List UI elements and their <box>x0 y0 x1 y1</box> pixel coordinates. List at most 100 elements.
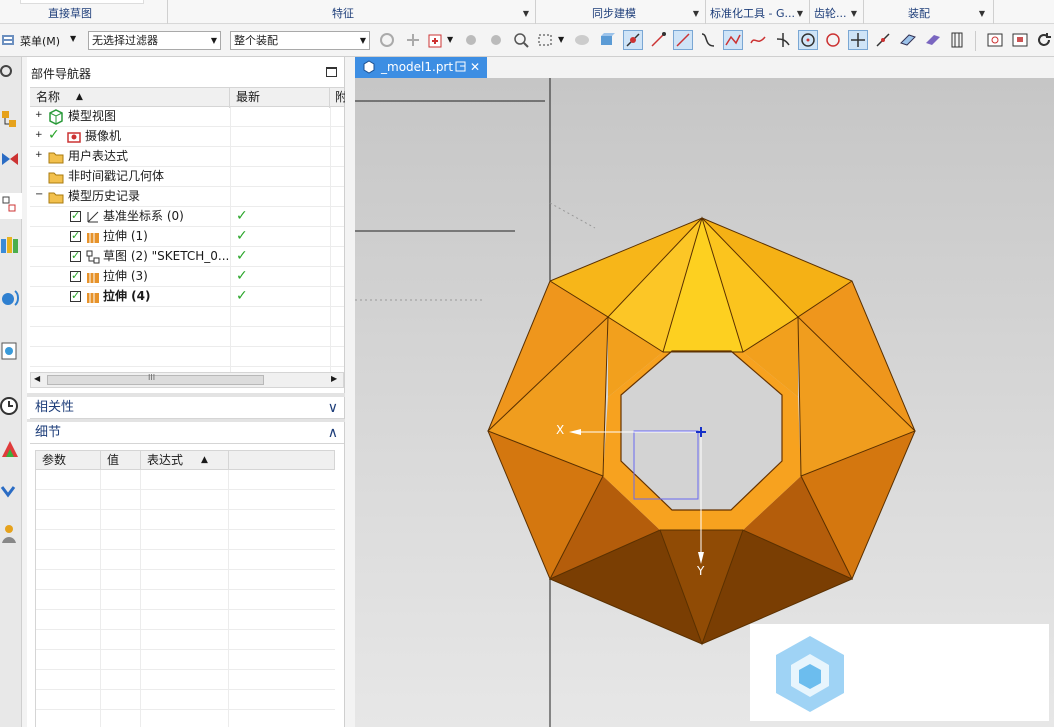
snap-line-icon[interactable] <box>673 30 693 50</box>
document-tab[interactable]: _model1.prt ✕ <box>355 57 487 78</box>
expand-plus-icon[interactable]: + <box>35 110 43 120</box>
column-name-header[interactable]: 名称 ▲ <box>30 88 230 108</box>
ribbon-group-gears[interactable]: 齿轮... ▼ <box>810 0 864 24</box>
system-materials-icon[interactable] <box>0 437 22 463</box>
move-component-icon[interactable] <box>403 30 423 50</box>
visibility-checkbox[interactable]: ✓ <box>70 269 81 282</box>
snap-existing-point-icon[interactable] <box>848 30 868 50</box>
extrude-icon <box>87 293 99 303</box>
feature-row-extrude-4[interactable]: ✓ 拉伸 (4) ✓ <box>30 287 344 307</box>
tree-node-model-views[interactable]: + 模型视图 <box>30 107 344 127</box>
snap-midpoint-icon[interactable] <box>648 30 668 50</box>
part-navigator-icon[interactable] <box>0 193 22 219</box>
snap-grid-icon[interactable] <box>948 30 968 50</box>
feature-row-sketch-2[interactable]: ✓ 草图 (2) "SKETCH_0... ✓ <box>30 247 344 267</box>
zoom-window-icon[interactable] <box>1010 30 1030 50</box>
details-grid-body <box>35 470 335 727</box>
tree-node-cameras[interactable]: + ✓ 摄像机 <box>30 127 344 147</box>
ribbon-group-sync-modeling[interactable]: 同步建模 ▼ <box>536 0 706 24</box>
ribbon-group-standard-tools[interactable]: 标准化工具 - G... ▼ <box>706 0 810 24</box>
assembly-navigator-icon[interactable] <box>0 107 22 133</box>
snap-point-icon[interactable] <box>426 30 446 50</box>
ribbon-group-feature[interactable]: 特征 ▼ <box>168 0 536 24</box>
top-border-bar: 菜单(M) ▼ 无选择过滤器 ▼ 整个装配 ▼ ▼ ▼ <box>0 25 1054 57</box>
maximize-icon[interactable] <box>326 67 337 77</box>
collapse-minus-icon[interactable]: − <box>35 189 43 200</box>
rotate-view-icon[interactable] <box>1034 30 1054 50</box>
reuse-library-icon[interactable] <box>0 233 22 259</box>
tree-node-timestamp-free[interactable]: 非时间戳记几何体 <box>30 167 344 187</box>
web-browser-icon[interactable] <box>0 339 22 365</box>
snap-curve-icon[interactable] <box>698 30 718 50</box>
x-axis-label: X <box>556 423 565 437</box>
rectangle-select-icon[interactable] <box>535 30 555 50</box>
snap-on-curve-icon[interactable] <box>873 30 893 50</box>
menu-button[interactable]: 菜单(M) <box>20 33 60 49</box>
column-extra-header[interactable]: 附 <box>330 88 347 108</box>
scroll-left-icon[interactable]: ◀ <box>34 374 40 383</box>
feature-row-datum-csys[interactable]: ✓ 基准坐标系 (0) ✓ <box>30 207 344 227</box>
selection-priority-icon[interactable] <box>511 30 531 50</box>
ribbon-group-assembly[interactable]: 装配 ▼ <box>864 0 994 24</box>
chevron-down-icon[interactable]: ▼ <box>447 35 453 44</box>
wave-link-icon[interactable] <box>461 30 481 50</box>
dependencies-section-header[interactable]: 相关性 ∨ <box>30 397 344 419</box>
column-latest-header[interactable]: 最新 <box>230 88 330 108</box>
chevron-down-icon[interactable]: ▼ <box>797 0 803 28</box>
snap-bounded-grid-icon[interactable] <box>923 30 943 50</box>
chevron-down-icon[interactable]: ▼ <box>693 0 699 28</box>
process-studio-icon[interactable] <box>0 481 22 507</box>
settings-gear-icon[interactable] <box>0 61 22 87</box>
menu-icon[interactable] <box>1 32 17 48</box>
snap-intersection-icon[interactable] <box>773 30 793 50</box>
scrollbar-thumb[interactable]: III <box>47 373 264 385</box>
visibility-checkbox[interactable]: ✓ <box>70 289 81 302</box>
details-section-header[interactable]: 细节 ∧ <box>30 422 344 444</box>
selection-filter-dropdown[interactable]: 无选择过滤器 ▼ <box>88 31 221 50</box>
fit-view-icon[interactable] <box>985 30 1005 50</box>
toolbar-separator <box>975 31 976 51</box>
feature-label: 草图 (2) "SKETCH_0... <box>103 249 230 263</box>
tree-node-label: 模型历史记录 <box>68 189 141 203</box>
scroll-right-icon[interactable]: ▶ <box>331 374 337 383</box>
feature-row-extrude-3[interactable]: ✓ 拉伸 (3) ✓ <box>30 267 344 287</box>
snap-control-point-icon[interactable] <box>723 30 743 50</box>
ribbon-group-label: 装配 <box>908 7 930 20</box>
constraint-navigator-icon[interactable] <box>0 149 22 175</box>
column-param-header[interactable]: 参数 <box>36 451 101 469</box>
column-value-header[interactable]: 值 <box>101 451 141 469</box>
column-expression-header[interactable]: 表达式 ▲ <box>141 451 229 469</box>
hd3d-tools-icon[interactable] <box>0 285 22 311</box>
visibility-checkbox[interactable]: ✓ <box>70 249 81 262</box>
expand-plus-icon[interactable]: + <box>35 150 43 160</box>
chevron-down-icon[interactable]: ▼ <box>851 0 857 28</box>
feature-row-extrude-1[interactable]: ✓ 拉伸 (1) ✓ <box>30 227 344 247</box>
graphics-viewport[interactable]: X Y <box>355 78 1054 727</box>
chevron-down-icon[interactable]: ▼ <box>523 0 529 28</box>
snap-arc-center-icon[interactable] <box>798 30 818 50</box>
visibility-checkbox[interactable]: ✓ <box>70 209 81 222</box>
tree-node-model-history[interactable]: − 模型历史记录 <box>30 187 344 207</box>
visibility-checkbox[interactable]: ✓ <box>70 229 81 242</box>
snap-endpoint-icon[interactable] <box>623 30 643 50</box>
tree-node-user-expressions[interactable]: + 用户表达式 <box>30 147 344 167</box>
solid-body-icon[interactable] <box>597 30 617 50</box>
chevron-down-icon[interactable]: ▼ <box>558 35 564 44</box>
assembly-constraint-icon[interactable] <box>377 30 397 50</box>
roles-icon[interactable] <box>0 521 22 547</box>
chevron-down-icon[interactable]: ▼ <box>70 34 76 43</box>
shaded-body-icon[interactable] <box>572 30 592 50</box>
expand-plus-icon[interactable]: + <box>35 130 43 140</box>
history-clock-icon[interactable] <box>0 393 22 419</box>
snap-spline-icon[interactable] <box>748 30 768 50</box>
undock-icon[interactable] <box>455 61 466 72</box>
reference-set-icon[interactable] <box>486 30 506 50</box>
close-icon[interactable]: ✕ <box>470 57 480 77</box>
ribbon-group-direct-sketch[interactable]: 直接草图 <box>0 0 168 24</box>
snap-on-face-icon[interactable] <box>898 30 918 50</box>
horizontal-scrollbar[interactable]: ◀ III ▶ <box>30 372 344 388</box>
snap-quadrant-icon[interactable] <box>823 30 843 50</box>
chevron-down-icon[interactable]: ▼ <box>979 0 985 28</box>
camera-icon <box>67 132 81 143</box>
selection-scope-dropdown[interactable]: 整个装配 ▼ <box>230 31 370 50</box>
